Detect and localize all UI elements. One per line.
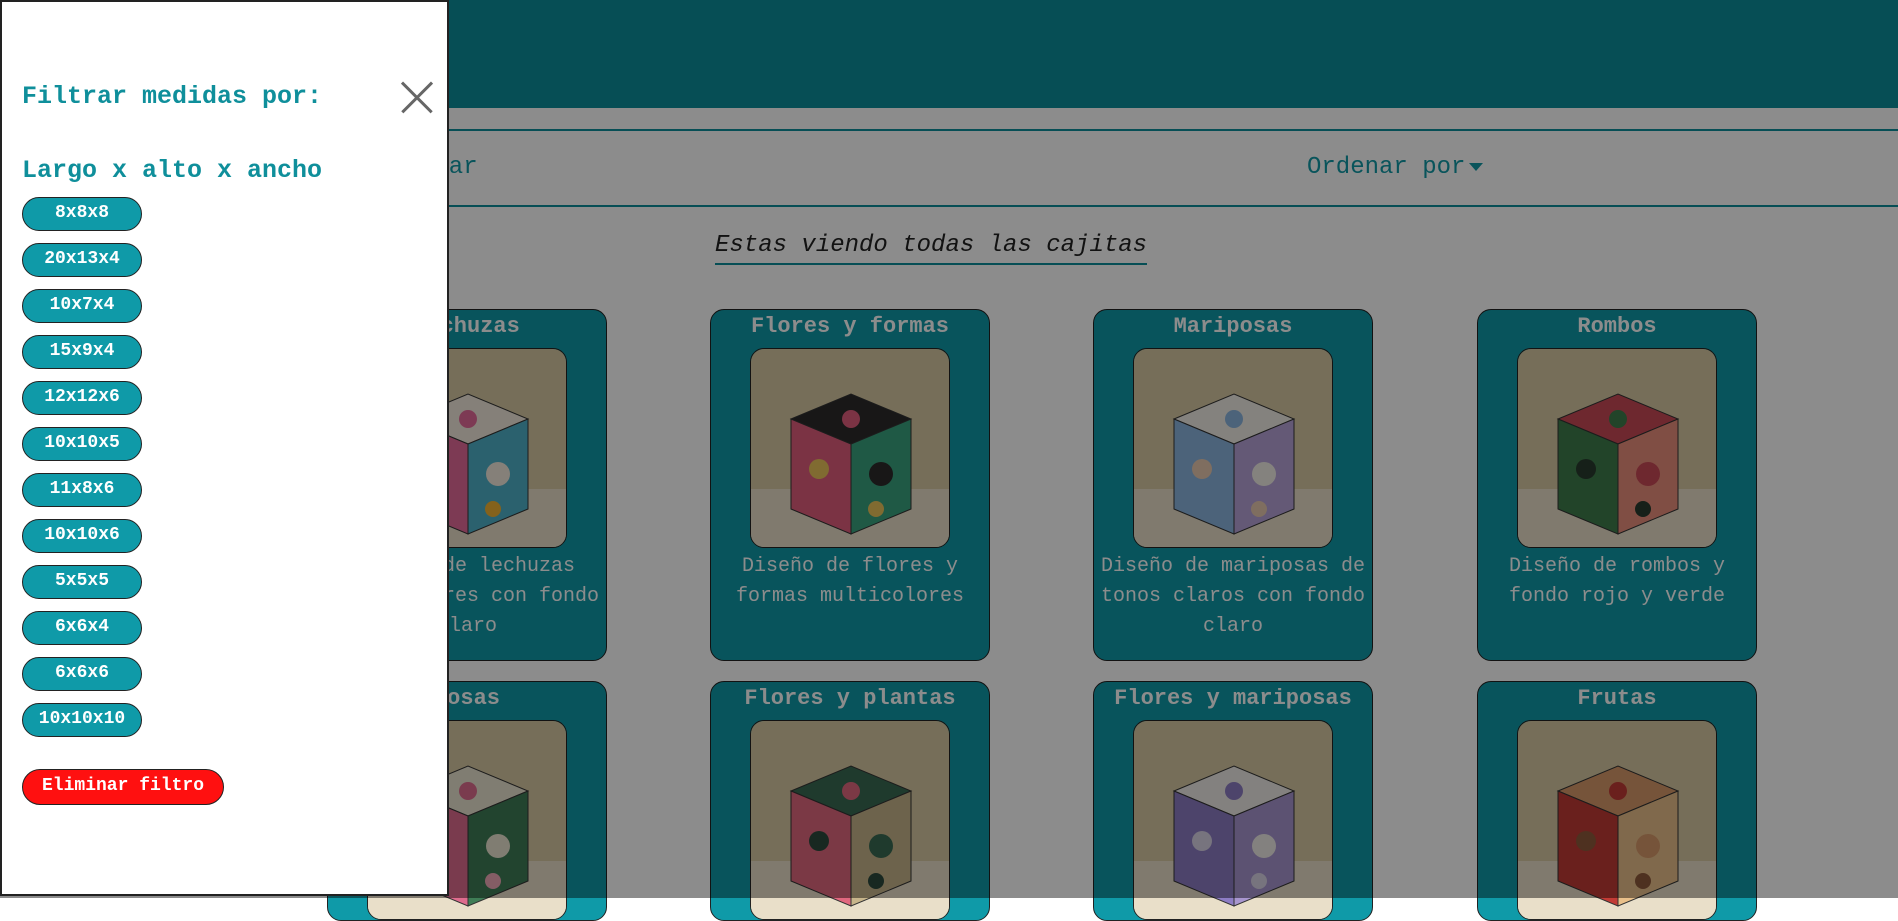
- size-chip[interactable]: 6x6x4: [22, 611, 142, 645]
- size-chip[interactable]: 8x8x8: [22, 197, 142, 231]
- panel-title: Filtrar medidas por:: [22, 82, 323, 111]
- size-chip[interactable]: 12x12x6: [22, 381, 142, 415]
- size-group-title: Largo x alto x ancho: [22, 156, 323, 185]
- size-chip-list: 8x8x8 20x13x4 10x7x4 15x9x4 12x12x6 10x10x5 11…: [22, 197, 142, 749]
- remove-filter-button[interactable]: Eliminar filtro: [22, 769, 224, 805]
- size-chip[interactable]: 20x13x4: [22, 243, 142, 277]
- size-chip[interactable]: 15x9x4: [22, 335, 142, 369]
- size-chip[interactable]: 10x10x6: [22, 519, 142, 553]
- size-chip[interactable]: 10x10x10: [22, 703, 142, 737]
- filter-side-panel: Filtrar medidas por: Largo x alto x anch…: [0, 0, 449, 896]
- size-chip[interactable]: 10x10x5: [22, 427, 142, 461]
- size-chip[interactable]: 11x8x6: [22, 473, 142, 507]
- close-icon[interactable]: [400, 80, 434, 114]
- size-chip[interactable]: 10x7x4: [22, 289, 142, 323]
- size-chip[interactable]: 6x6x6: [22, 657, 142, 691]
- size-chip[interactable]: 5x5x5: [22, 565, 142, 599]
